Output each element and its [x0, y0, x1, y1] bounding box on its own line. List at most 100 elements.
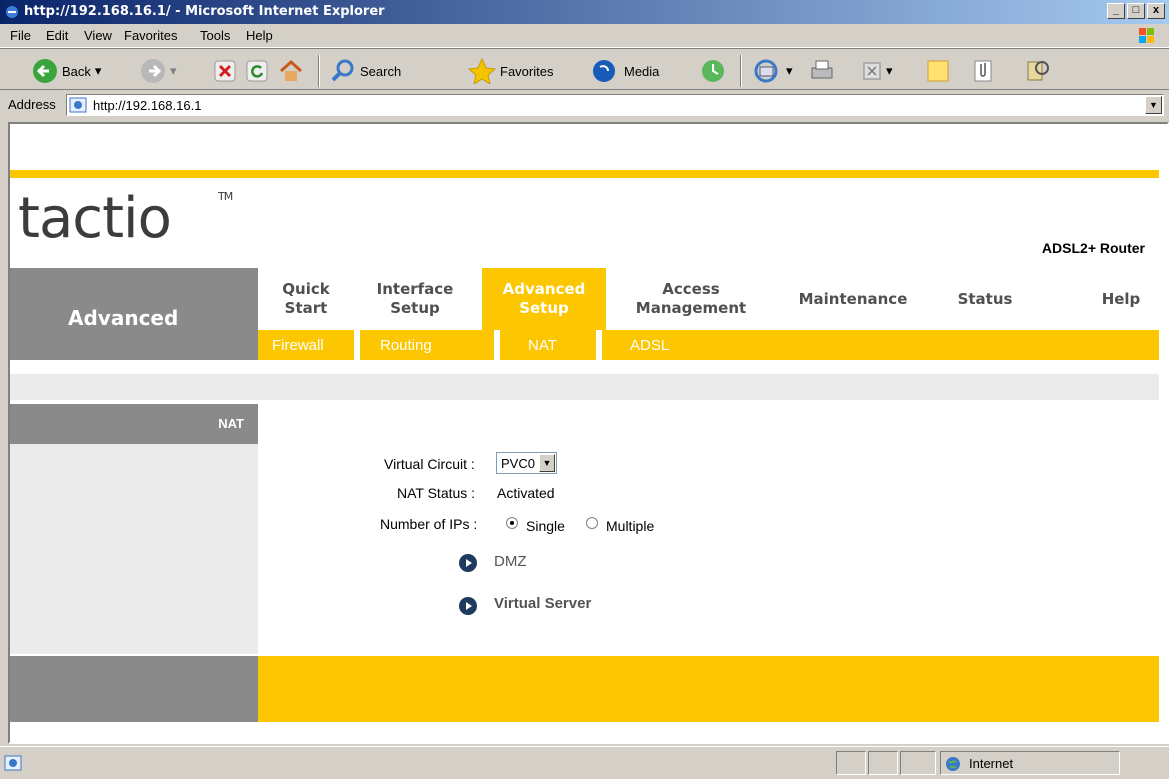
multiple-radio[interactable]	[586, 517, 598, 529]
edit-dropdown-icon[interactable]: ▾	[886, 63, 893, 79]
subnav-divider	[354, 330, 360, 360]
nat-status-value: Activated	[497, 485, 555, 501]
research-icon	[1027, 61, 1049, 81]
subnav-divider	[494, 330, 500, 360]
dmz-arrow-icon[interactable]	[459, 554, 477, 572]
search-icon	[331, 59, 354, 82]
status-panel	[836, 751, 866, 775]
forward-arrow-icon	[141, 59, 165, 83]
media-icon	[593, 60, 615, 82]
minimize-button[interactable]: _	[1107, 3, 1125, 19]
clip-icon	[974, 60, 992, 82]
zone-label: Internet	[969, 756, 1014, 771]
favorites-label: Favorites	[500, 63, 554, 79]
brand-logo: tactio TM	[18, 186, 233, 251]
tab-advanced-setup[interactable]: Advanced Setup	[482, 268, 606, 330]
back-label: Back	[62, 63, 91, 79]
subtab-firewall[interactable]: Firewall	[272, 337, 324, 354]
virtual-circuit-label: Virtual Circuit :	[384, 456, 475, 472]
sub-nav: Firewall Routing NAT ADSL	[258, 330, 1159, 360]
menu-tools[interactable]: Tools	[200, 28, 230, 43]
security-zone: Internet	[940, 751, 1120, 775]
virtual-circuit-select[interactable]: PVC0 ▼	[496, 452, 557, 474]
address-bar: Address http://192.168.16.1 ▼	[0, 90, 1169, 120]
mail-icon	[754, 59, 778, 83]
address-input[interactable]: http://192.168.16.1 ▼	[66, 94, 1164, 116]
maximize-button[interactable]: □	[1127, 3, 1145, 19]
tab-interface-setup[interactable]: Interface Setup	[354, 268, 476, 330]
subtab-routing[interactable]: Routing	[380, 337, 432, 354]
footer-left	[10, 656, 258, 722]
forward-button[interactable]: ▾	[140, 57, 177, 85]
tab-help[interactable]: Help	[1076, 268, 1159, 330]
status-bar: Internet	[0, 746, 1169, 779]
panel-title: NAT	[218, 416, 244, 431]
tab-quick-start[interactable]: Quick Start	[258, 268, 354, 330]
back-arrow-icon	[33, 59, 57, 83]
single-radio[interactable]	[506, 517, 518, 529]
spacer-band	[10, 374, 1159, 400]
internet-explorer-icon	[6, 6, 18, 18]
subtab-adsl[interactable]: ADSL	[630, 337, 669, 354]
research-button[interactable]	[1024, 57, 1052, 85]
toolbar-separator	[318, 55, 320, 87]
menu-bar: File Edit View Favorites Tools Help	[0, 24, 1169, 48]
tab-status[interactable]: Status	[930, 268, 1040, 330]
back-dropdown-icon[interactable]: ▾	[95, 63, 102, 79]
favorites-button[interactable]: Favorites	[468, 57, 553, 85]
menu-view[interactable]: View	[84, 28, 112, 43]
edit-button[interactable]: ▾	[862, 57, 893, 85]
back-button[interactable]: Back ▾	[32, 57, 101, 85]
virtual-circuit-value: PVC0	[501, 455, 535, 471]
close-button[interactable]: x	[1147, 3, 1165, 19]
menu-help[interactable]: Help	[246, 28, 273, 43]
discuss-note-icon	[927, 60, 949, 82]
router-page: tactio TM ADSL2+ Router Advanced Quick S…	[10, 124, 1159, 744]
home-button[interactable]	[278, 57, 304, 85]
menu-favorites[interactable]: Favorites	[124, 28, 177, 43]
mail-dropdown-icon[interactable]: ▾	[786, 63, 793, 79]
discuss-button[interactable]	[926, 57, 950, 85]
print-button[interactable]	[808, 57, 836, 85]
history-icon	[702, 60, 724, 82]
menu-file[interactable]: File	[10, 28, 31, 43]
status-panel	[868, 751, 898, 775]
history-button[interactable]	[700, 57, 726, 85]
multiple-label: Multiple	[606, 518, 655, 534]
dmz-link[interactable]: DMZ	[494, 553, 527, 570]
subtab-nat[interactable]: NAT	[528, 337, 557, 354]
media-button[interactable]: Media	[592, 57, 659, 85]
forward-dropdown-icon[interactable]: ▾	[170, 63, 177, 79]
section-title: Advanced	[68, 306, 179, 330]
menu-edit[interactable]: Edit	[46, 28, 68, 43]
stop-icon	[214, 60, 236, 82]
print-icon	[811, 60, 833, 79]
footer-right	[258, 656, 1159, 722]
favorites-star-icon	[468, 58, 496, 84]
chevron-down-icon: ▼	[538, 454, 555, 472]
home-icon	[279, 59, 303, 81]
messenger-button[interactable]	[972, 57, 994, 85]
globe-icon	[946, 757, 960, 771]
product-name: ADSL2+ Router	[1041, 240, 1145, 256]
virtual-server-link[interactable]: Virtual Server	[494, 595, 591, 612]
single-label: Single	[526, 518, 565, 534]
virtual-server-arrow-icon[interactable]	[459, 597, 477, 615]
page-status-icon	[4, 755, 22, 771]
refresh-button[interactable]	[246, 57, 268, 85]
search-label: Search	[360, 63, 402, 79]
mail-button[interactable]: ▾	[754, 57, 793, 85]
top-accent-strip	[10, 170, 1159, 178]
edit-page-icon	[863, 62, 881, 80]
address-url: http://192.168.16.1	[93, 98, 202, 113]
search-button[interactable]: Search	[330, 57, 401, 85]
window-titlebar: http://192.168.16.1/ - Microsoft Interne…	[0, 0, 1169, 24]
window-title: http://192.168.16.1/ - Microsoft Interne…	[24, 4, 385, 19]
trademark-mark: TM	[218, 190, 233, 203]
section-header: Advanced	[10, 268, 258, 360]
status-panel	[900, 751, 936, 775]
tab-maintenance[interactable]: Maintenance	[778, 268, 928, 330]
tab-access-management[interactable]: Access Management	[616, 268, 766, 330]
stop-button[interactable]	[214, 57, 236, 85]
address-dropdown-button[interactable]: ▼	[1145, 96, 1162, 114]
